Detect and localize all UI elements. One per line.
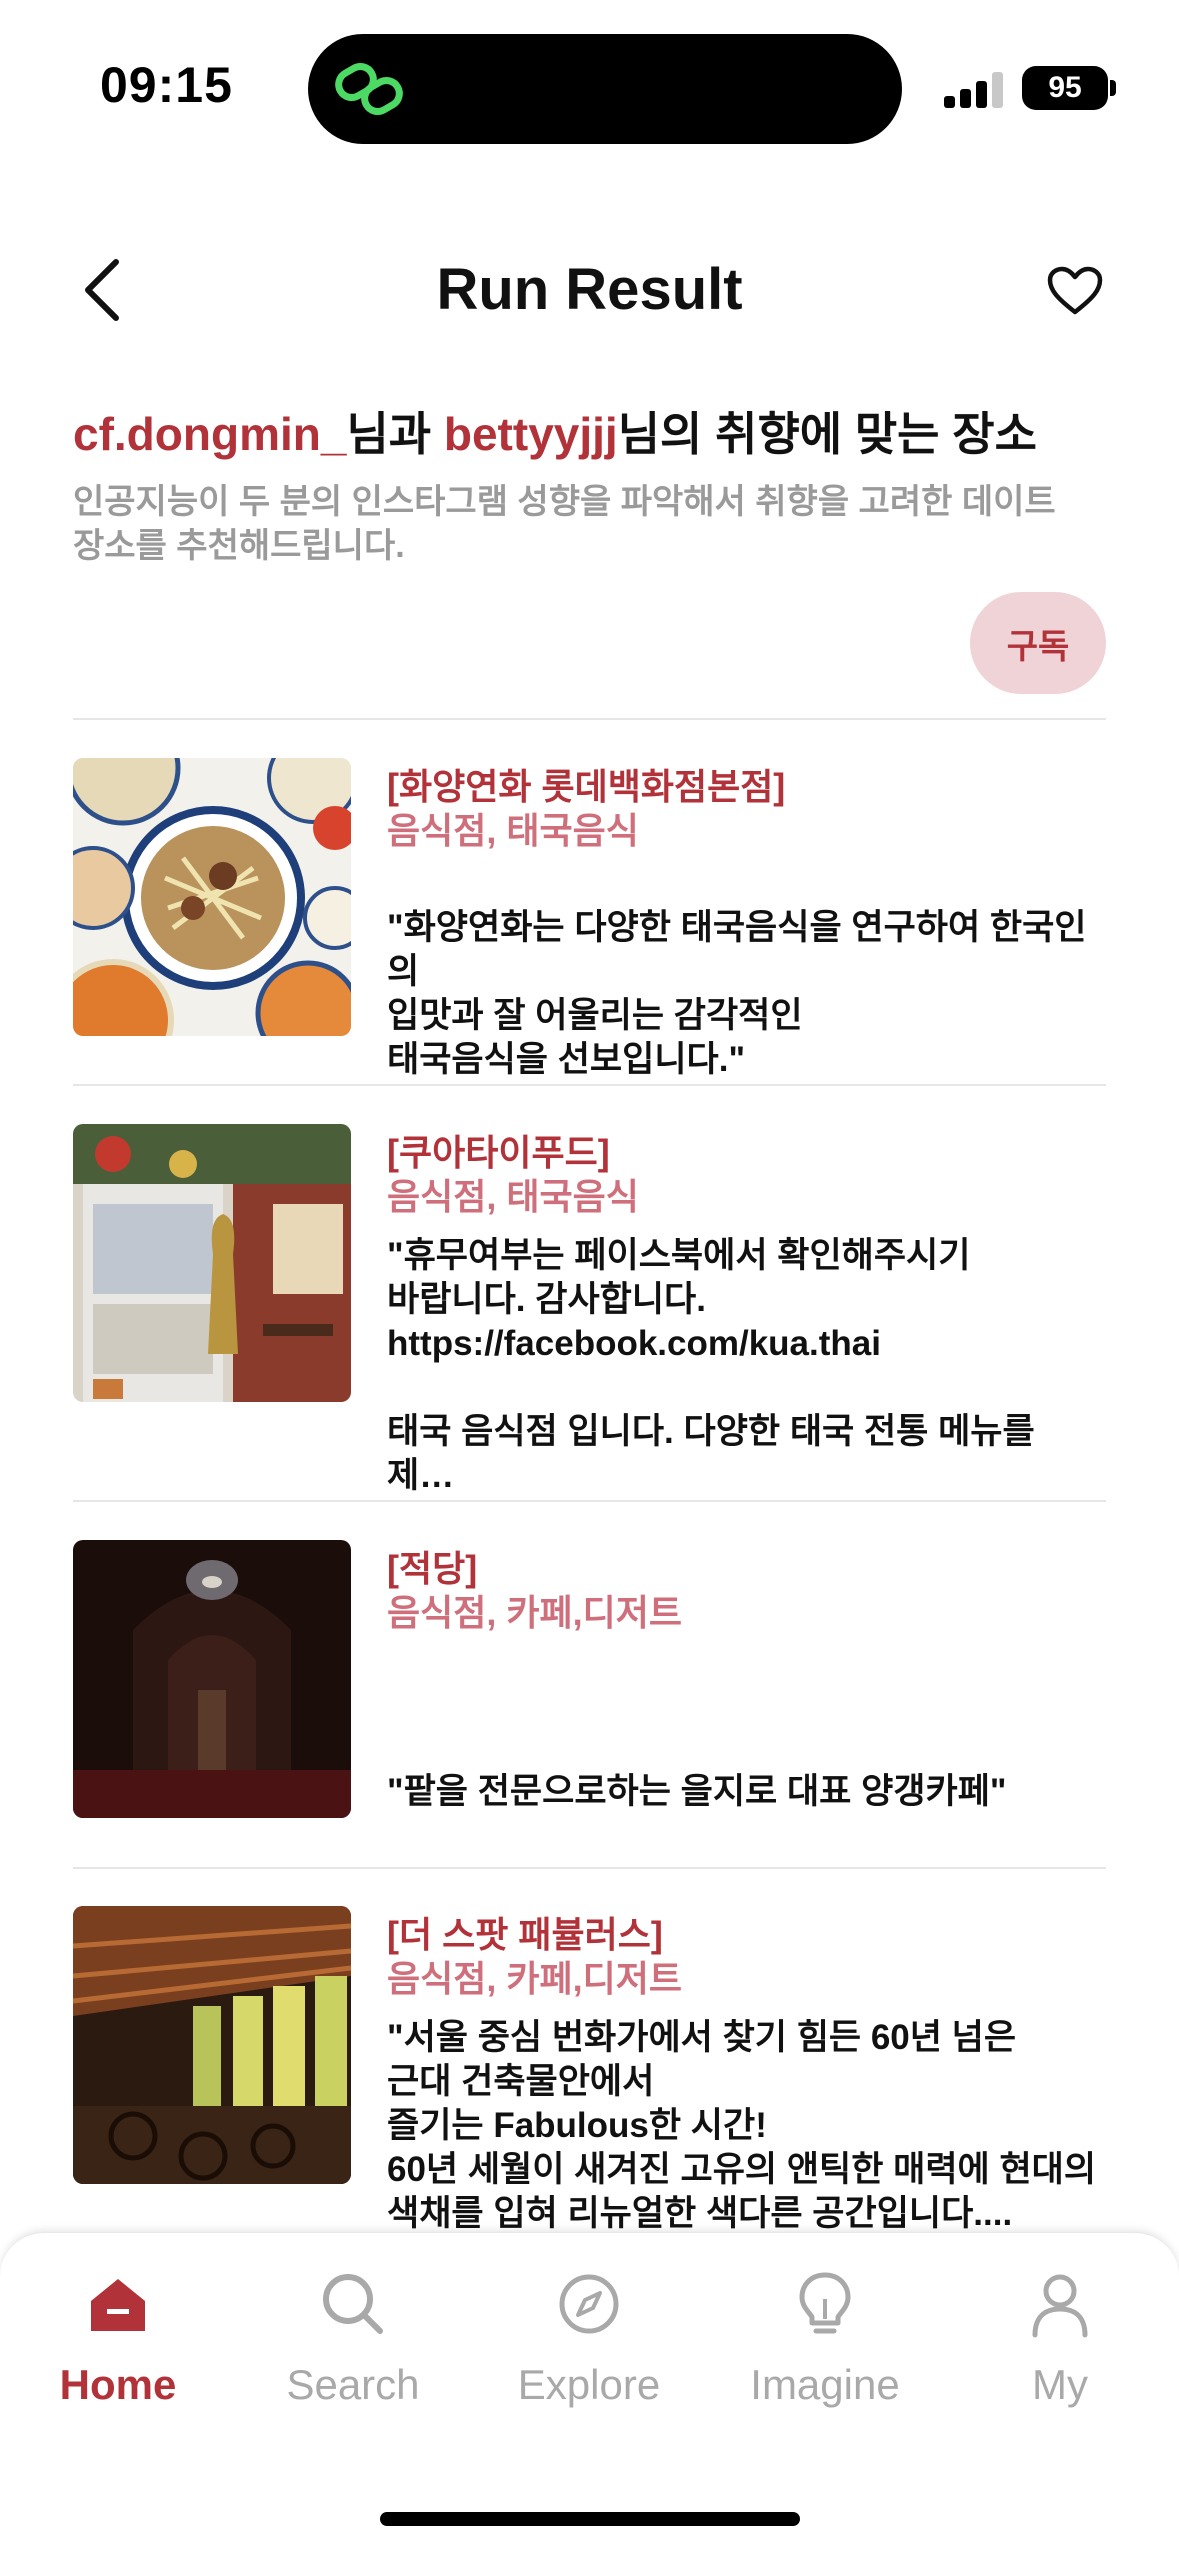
subscribe-button[interactable]: 구독 <box>970 592 1106 694</box>
header: Run Result <box>0 240 1179 340</box>
tab-label: Home <box>59 2361 177 2408</box>
home-indicator <box>380 2512 800 2526</box>
signal-icon <box>944 70 1006 108</box>
dynamic-island <box>308 34 902 144</box>
lightbulb-icon <box>799 2272 851 2334</box>
headline-connector: 님과 <box>346 408 444 460</box>
divider <box>73 1867 1106 1869</box>
home-icon <box>91 2279 145 2331</box>
place-category: 음식점, 태국음식 <box>387 810 639 851</box>
tab-bar: Home Search Explore Imagine My <box>0 2232 1179 2556</box>
search-icon <box>323 2274 383 2334</box>
compass-icon <box>559 2274 619 2334</box>
user2-name[interactable]: bettyyjjj <box>444 408 618 460</box>
battery-cap <box>1110 80 1116 96</box>
divider <box>73 1500 1106 1502</box>
tab-explore[interactable]: Explore <box>489 2269 689 2429</box>
tab-search[interactable]: Search <box>253 2269 453 2429</box>
restaurant-interior-photo <box>73 1124 351 1402</box>
headline-suffix: 님의 취향에 맞는 장소 <box>617 408 1037 460</box>
status-time: 09:15 <box>100 57 233 113</box>
tab-home[interactable]: Home <box>18 2269 218 2429</box>
recommendation-headline: cf.dongmin_님과 bettyyjjj님의 취향에 맞는 장소 <box>73 398 1037 464</box>
page-title: Run Result <box>436 257 743 322</box>
status-bar: 09:15 95 <box>0 0 1179 150</box>
place-thumbnail[interactable] <box>73 1906 351 2184</box>
place-description: "팥을 전문으로하는 을지로 대표 양갱카페" <box>387 1772 1007 1811</box>
tab-my[interactable]: My <box>960 2269 1160 2429</box>
place-category: 음식점, 카페,디저트 <box>387 1592 682 1633</box>
cafe-interior-photo <box>73 1540 351 1818</box>
place-thumbnail[interactable] <box>73 758 351 1036</box>
the-spot-interior-photo <box>73 1906 351 2184</box>
link-icon <box>335 63 403 115</box>
tab-imagine[interactable]: Imagine <box>725 2269 925 2429</box>
place-item[interactable]: [쿠아타이푸드] 음식점, 태국음식 "휴무여부는 페이스북에서 확인해주시기 … <box>73 1124 1106 1495</box>
place-description: "서울 중심 번화가에서 찾기 힘든 60년 넘은 근대 건축물안에서 즐기는 … <box>387 2018 1097 2233</box>
place-item[interactable]: [더 스팟 패뷸러스] 음식점, 카페,디저트 "서울 중심 번화가에서 찾기 … <box>73 1906 1106 2236</box>
favorite-button[interactable] <box>1042 258 1108 324</box>
thai-food-photo <box>73 758 351 1036</box>
place-thumbnail[interactable] <box>73 1540 351 1818</box>
recommendation-subtitle: 인공지능이 두 분의 인스타그램 성향을 파악해서 취향을 고려한 데이트 장소… <box>73 483 1056 565</box>
battery-icon: 95 <box>1022 66 1108 110</box>
place-description: "휴무여부는 페이스북에서 확인해주시기 바랍니다. 감사합니다. https:… <box>387 1236 1035 1495</box>
place-description: "화양연화는 다양한 태국음식을 연구하여 한국인의 입맛과 잘 어울리는 감각… <box>387 908 1087 1079</box>
place-category: 음식점, 태국음식 <box>387 1176 639 1217</box>
place-thumbnail[interactable] <box>73 1124 351 1402</box>
place-category: 음식점, 카페,디저트 <box>387 1958 682 1999</box>
divider <box>73 718 1106 720</box>
place-item[interactable]: [적당] 음식점, 카페,디저트 "팥을 전문으로하는 을지로 대표 양갱카페" <box>73 1540 1106 1870</box>
person-icon <box>1032 2274 1088 2338</box>
tab-label: Explore <box>517 2361 661 2408</box>
tab-label: Search <box>286 2361 420 2408</box>
heart-icon <box>1047 266 1103 315</box>
divider <box>73 1084 1106 1086</box>
user1-name[interactable]: cf.dongmin_ <box>73 408 346 460</box>
tab-label: Imagine <box>750 2361 900 2408</box>
tab-label: My <box>1032 2361 1088 2408</box>
place-item[interactable]: [화양연화 롯데백화점본점] 음식점, 태국음식 "화양연화는 다양한 태국음식… <box>73 758 1106 1088</box>
